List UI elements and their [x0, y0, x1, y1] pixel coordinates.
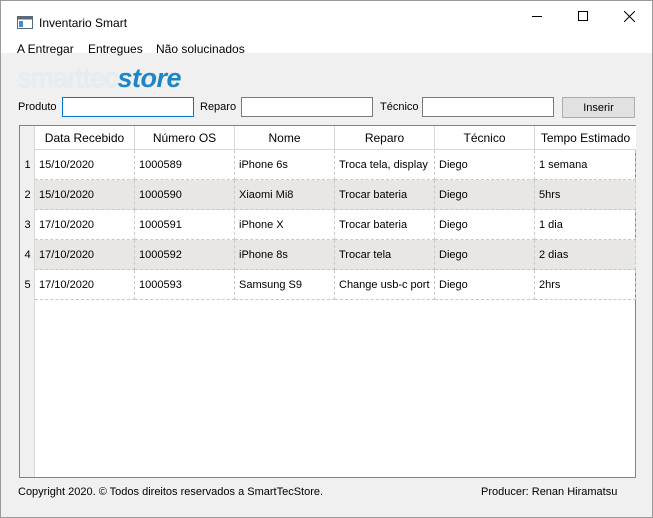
cell-tecnico[interactable]: Diego: [435, 240, 535, 270]
cell-numero-os[interactable]: 1000590: [135, 180, 235, 210]
app-window: Inventario Smart A Entregar Entregues Nã…: [0, 0, 653, 518]
column-header-tecnico[interactable]: Técnico: [435, 126, 535, 150]
cell-data-recebido[interactable]: 17/10/2020: [35, 240, 135, 270]
row-number[interactable]: 1: [20, 150, 35, 180]
cell-nome[interactable]: iPhone 6s: [235, 150, 335, 180]
menu-item-a-entregar[interactable]: A Entregar: [17, 42, 74, 56]
column-header-nome[interactable]: Nome: [235, 126, 335, 150]
title-bar[interactable]: Inventario Smart: [1, 1, 652, 31]
menu-bar: A Entregar Entregues Não solucinados: [1, 31, 652, 56]
cell-tecnico[interactable]: Diego: [435, 150, 535, 180]
column-header-reparo[interactable]: Reparo: [335, 126, 435, 150]
row-number[interactable]: 3: [20, 210, 35, 240]
repairs-table: 1 2 3 4 5 Data Recebido Número OS Nome R…: [19, 125, 636, 478]
cell-numero-os[interactable]: 1000592: [135, 240, 235, 270]
maximize-button[interactable]: [560, 1, 606, 31]
cell-tempo-estimado[interactable]: 2hrs: [535, 270, 636, 300]
cell-tempo-estimado[interactable]: 2 dias: [535, 240, 636, 270]
tecnico-input[interactable]: [422, 97, 554, 117]
cell-tempo-estimado[interactable]: 5hrs: [535, 180, 636, 210]
row-header-column: 1 2 3 4 5: [20, 126, 35, 477]
cell-tecnico[interactable]: Diego: [435, 210, 535, 240]
producer-text: Producer: Renan Hiramatsu: [481, 486, 618, 498]
maximize-icon: [578, 11, 588, 21]
cell-reparo[interactable]: Trocar tela: [335, 240, 435, 270]
tecnico-label: Técnico: [380, 101, 419, 113]
column-header-tempo-estimado[interactable]: Tempo Estimado: [535, 126, 636, 150]
table-row[interactable]: 17/10/2020 1000593 Samsung S9 Change usb…: [35, 270, 636, 300]
cell-numero-os[interactable]: 1000591: [135, 210, 235, 240]
row-number[interactable]: 4: [20, 240, 35, 270]
close-icon: [623, 10, 635, 22]
cell-data-recebido[interactable]: 15/10/2020: [35, 150, 135, 180]
cell-reparo[interactable]: Change usb-c port: [335, 270, 435, 300]
minimize-button[interactable]: [514, 1, 560, 31]
table-row[interactable]: 17/10/2020 1000592 iPhone 8s Trocar tela…: [35, 240, 636, 270]
cell-tecnico[interactable]: Diego: [435, 180, 535, 210]
cell-tempo-estimado[interactable]: 1 dia: [535, 210, 636, 240]
insert-button[interactable]: Inserir: [562, 97, 635, 118]
cell-data-recebido[interactable]: 17/10/2020: [35, 270, 135, 300]
copyright-text: Copyright 2020. © Todos direitos reserva…: [18, 486, 324, 498]
reparo-label: Reparo: [200, 101, 237, 113]
cell-nome[interactable]: Xiaomi Mi8: [235, 180, 335, 210]
cell-tempo-estimado[interactable]: 1 semana: [535, 150, 636, 180]
cell-reparo[interactable]: Trocar bateria: [335, 180, 435, 210]
window-title: Inventario Smart: [39, 16, 128, 30]
cell-data-recebido[interactable]: 17/10/2020: [35, 210, 135, 240]
cell-numero-os[interactable]: 1000593: [135, 270, 235, 300]
brand-logo: smarttecstore: [18, 63, 182, 93]
cell-reparo[interactable]: Troca tela, display: [335, 150, 435, 180]
menu-item-entregues[interactable]: Entregues: [88, 42, 143, 56]
minimize-icon: [532, 16, 542, 17]
app-window-icon: [17, 16, 33, 29]
cell-numero-os[interactable]: 1000589: [135, 150, 235, 180]
logo-text-smarttec: smarttec: [18, 63, 118, 93]
column-header-numero-os[interactable]: Número OS: [135, 126, 235, 150]
logo-text-store: store: [117, 63, 182, 93]
column-header-data-recebido[interactable]: Data Recebido: [35, 126, 135, 150]
cell-nome[interactable]: iPhone X: [235, 210, 335, 240]
table-row[interactable]: 15/10/2020 1000590 Xiaomi Mi8 Trocar bat…: [35, 180, 636, 210]
cell-reparo[interactable]: Trocar bateria: [335, 210, 435, 240]
menu-item-nao-solucionados[interactable]: Não solucinados: [156, 42, 245, 56]
cell-data-recebido[interactable]: 15/10/2020: [35, 180, 135, 210]
cell-nome[interactable]: iPhone 8s: [235, 240, 335, 270]
table-row[interactable]: 15/10/2020 1000589 iPhone 6s Troca tela,…: [35, 150, 636, 180]
reparo-input[interactable]: [241, 97, 373, 117]
produto-input[interactable]: [62, 97, 194, 117]
cell-nome[interactable]: Samsung S9: [235, 270, 335, 300]
row-number[interactable]: 5: [20, 270, 35, 300]
row-number[interactable]: 2: [20, 180, 35, 210]
produto-label: Produto: [18, 101, 57, 113]
table-header: Data Recebido Número OS Nome Reparo Técn…: [35, 126, 636, 150]
close-button[interactable]: [606, 1, 652, 31]
table-row[interactable]: 17/10/2020 1000591 iPhone X Trocar bater…: [35, 210, 636, 240]
cell-tecnico[interactable]: Diego: [435, 270, 535, 300]
